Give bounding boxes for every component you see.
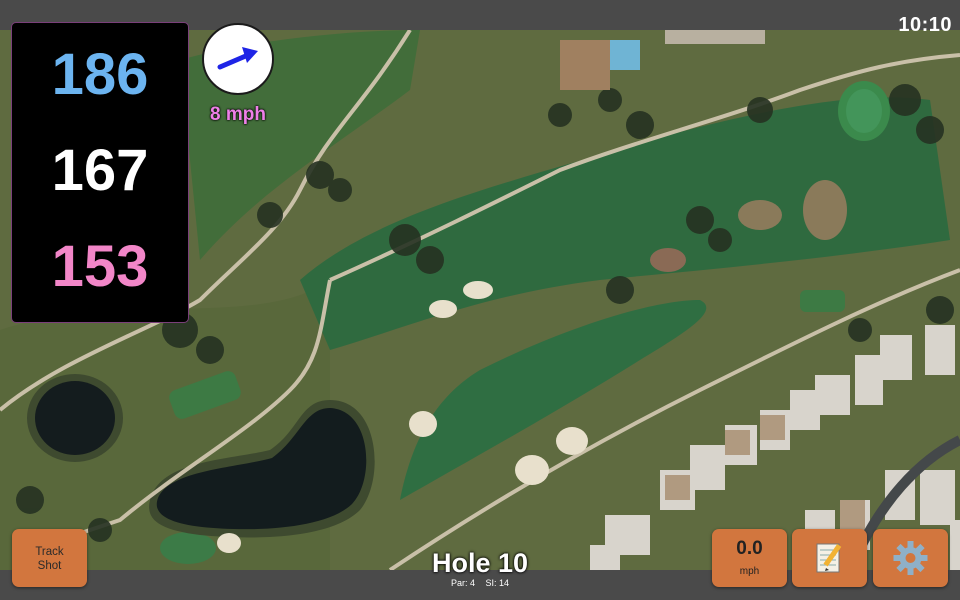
- wind-speed: 8 mph: [210, 104, 266, 125]
- speed-button[interactable]: 0.0 mph: [712, 529, 787, 587]
- track-shot-label-line2: Shot: [37, 560, 62, 572]
- hole-meta: Par: 4 SI: 14: [380, 578, 580, 588]
- settings-button[interactable]: [873, 529, 948, 587]
- center-yardage: 167: [51, 138, 149, 203]
- speed-value: 0.0: [736, 538, 763, 559]
- back-yardage: 186: [51, 42, 149, 107]
- speed-unit: mph: [739, 566, 760, 577]
- hole-stroke-index: SI: 14: [485, 578, 510, 588]
- clock: 10:10: [898, 14, 952, 36]
- notepad-pencil-icon: [816, 543, 842, 573]
- notes-button[interactable]: [792, 529, 867, 587]
- front-yardage: 153: [51, 234, 149, 299]
- track-shot-label-line1: Track: [35, 546, 64, 558]
- wind-direction-arrow-icon: [217, 47, 258, 70]
- track-shot-button[interactable]: Track Shot: [12, 529, 87, 587]
- gear-icon: [893, 541, 928, 575]
- hole-par: Par: 4: [450, 578, 475, 588]
- wind-indicator: [202, 23, 274, 95]
- yardage-panel: 186 167 153: [11, 22, 189, 323]
- hole-title: Hole 10: [431, 548, 529, 578]
